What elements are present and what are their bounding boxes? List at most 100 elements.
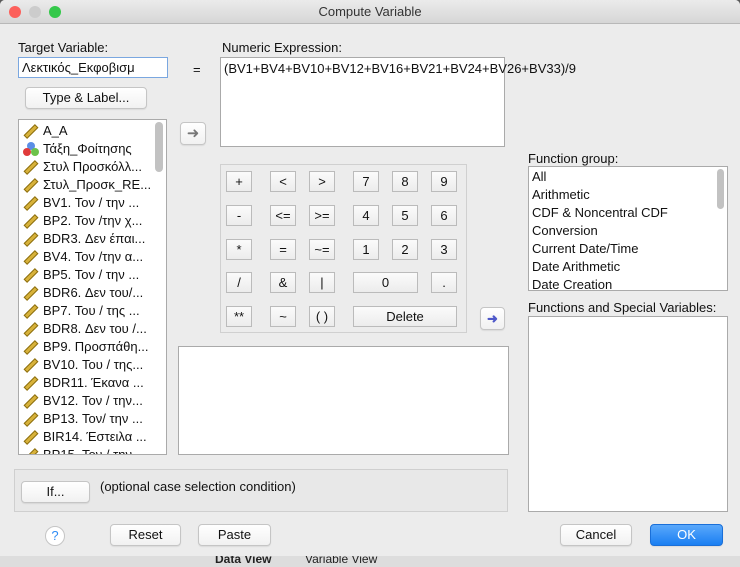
- variable-item[interactable]: Στυλ_Προσκ_RE...: [19, 176, 166, 194]
- numeric-expression-label: Numeric Expression:: [222, 40, 342, 55]
- target-variable-input[interactable]: Λεκτικός_Εκφοβισμ: [18, 57, 168, 78]
- keypad-button[interactable]: **: [226, 306, 252, 327]
- function-group-item[interactable]: Conversion: [529, 222, 727, 240]
- keypad-button[interactable]: &: [270, 272, 296, 293]
- keypad-button[interactable]: 3: [431, 239, 457, 260]
- variable-name: BV12. Τον / την...: [43, 393, 143, 408]
- scale-ruler-icon: [23, 159, 39, 175]
- keypad-button[interactable]: 1: [353, 239, 379, 260]
- variable-item[interactable]: BP9. Προσπάθη...: [19, 338, 166, 356]
- variable-name: BDR8. Δεν του /...: [43, 321, 147, 336]
- keypad-button[interactable]: 9: [431, 171, 457, 192]
- keypad-button[interactable]: .: [431, 272, 457, 293]
- keypad-button[interactable]: Delete: [353, 306, 457, 327]
- function-group-scrollbar[interactable]: [717, 169, 724, 209]
- variable-item[interactable]: Στυλ Προσκόλλ...: [19, 158, 166, 176]
- function-group-item[interactable]: All: [529, 168, 727, 186]
- variable-item[interactable]: BP2. Τον /την χ...: [19, 212, 166, 230]
- variable-item[interactable]: BDR8. Δεν του /...: [19, 320, 166, 338]
- variable-item[interactable]: BV4. Τον /την α...: [19, 248, 166, 266]
- variable-item[interactable]: BP15. Τον / την...: [19, 446, 166, 455]
- title-bar: Compute Variable: [0, 0, 740, 24]
- variable-name: BP5. Τον / την ...: [43, 267, 140, 282]
- function-group-item[interactable]: Date Creation: [529, 276, 727, 290]
- keypad-button[interactable]: ~=: [309, 239, 335, 260]
- scale-ruler-icon: [23, 285, 39, 301]
- type-label-button[interactable]: Type & Label...: [25, 87, 147, 109]
- variable-item[interactable]: BDR3. Δεν έπαι...: [19, 230, 166, 248]
- move-variable-arrow-button[interactable]: ➜: [180, 122, 206, 145]
- scale-ruler-icon: [23, 357, 39, 373]
- keypad-button[interactable]: /: [226, 272, 252, 293]
- keypad-button[interactable]: -: [226, 205, 252, 226]
- keypad-button[interactable]: =: [270, 239, 296, 260]
- keypad-button[interactable]: *: [226, 239, 252, 260]
- keypad-button[interactable]: 2: [392, 239, 418, 260]
- scale-ruler-icon: [23, 447, 39, 454]
- if-button[interactable]: If...: [21, 481, 90, 503]
- compute-variable-dialog: Compute Variable Target Variable: Λεκτικ…: [0, 0, 740, 556]
- variable-name: BDR6. Δεν του/...: [43, 285, 144, 300]
- variable-list[interactable]: A_A Τάξη_Φοίτησης Στυλ Προσκόλλ... Στυλ_Προ…: [18, 119, 167, 455]
- variable-name: BP15. Τον / την...: [43, 447, 143, 455]
- variable-item[interactable]: BV10. Του / της...: [19, 356, 166, 374]
- keypad-button[interactable]: 4: [353, 205, 379, 226]
- variable-item[interactable]: BDR6. Δεν του/...: [19, 284, 166, 302]
- function-group-item[interactable]: Current Date/Time: [529, 240, 727, 258]
- move-function-up-button[interactable]: ➜: [480, 307, 505, 330]
- variable-item[interactable]: BIR14. Έστειλα ...: [19, 428, 166, 446]
- paste-button[interactable]: Paste: [198, 524, 271, 546]
- nominal-balls-icon: [23, 142, 39, 156]
- reset-button[interactable]: Reset: [110, 524, 181, 546]
- maximize-icon[interactable]: [49, 6, 61, 18]
- variable-item[interactable]: BP13. Τον/ την ...: [19, 410, 166, 428]
- scale-ruler-icon: [23, 375, 39, 391]
- keypad-button[interactable]: <: [270, 171, 296, 192]
- functions-list[interactable]: [528, 316, 728, 512]
- keypad-button[interactable]: <=: [270, 205, 296, 226]
- keypad-button[interactable]: >=: [309, 205, 335, 226]
- function-group-label: Function group:: [528, 151, 619, 166]
- variable-item[interactable]: Τάξη_Φοίτησης: [19, 140, 166, 158]
- variable-item[interactable]: A_A: [19, 122, 166, 140]
- variable-list-scrollbar[interactable]: [155, 122, 163, 172]
- if-panel: If... (optional case selection condition…: [14, 469, 508, 512]
- scale-ruler-icon: [23, 249, 39, 265]
- function-group-list[interactable]: All Arithmetic CDF & Noncentral CDF Convers…: [528, 166, 728, 291]
- scale-ruler-icon: [23, 123, 39, 139]
- variable-item[interactable]: BP5. Τον / την ...: [19, 266, 166, 284]
- keypad-button[interactable]: 7: [353, 171, 379, 192]
- window-title: Compute Variable: [318, 4, 422, 19]
- keypad-button[interactable]: 5: [392, 205, 418, 226]
- keypad-button[interactable]: 6: [431, 205, 457, 226]
- minimize-icon[interactable]: [29, 6, 41, 18]
- variable-item[interactable]: BDR11. Έκανα ...: [19, 374, 166, 392]
- help-button[interactable]: ?: [45, 526, 65, 546]
- scale-ruler-icon: [23, 411, 39, 427]
- close-icon[interactable]: [9, 6, 21, 18]
- cancel-button[interactable]: Cancel: [560, 524, 632, 546]
- keypad-button[interactable]: >: [309, 171, 335, 192]
- variable-item[interactable]: BV1. Τον / την ...: [19, 194, 166, 212]
- scale-ruler-icon: [23, 393, 39, 409]
- variable-item[interactable]: BV12. Τον / την...: [19, 392, 166, 410]
- scale-ruler-icon: [23, 231, 39, 247]
- equals-sign: =: [193, 62, 201, 77]
- numeric-expression-input[interactable]: (BV1+BV4+BV10+BV12+BV16+BV21+BV24+BV26+B…: [220, 57, 576, 147]
- keypad-button[interactable]: ( ): [309, 306, 335, 327]
- keypad-button[interactable]: ~: [270, 306, 296, 327]
- function-group-item[interactable]: Date Arithmetic: [529, 258, 727, 276]
- variable-item[interactable]: BP7. Του / της ...: [19, 302, 166, 320]
- keypad-button[interactable]: +: [226, 171, 252, 192]
- keypad-button[interactable]: |: [309, 272, 335, 293]
- scale-ruler-icon: [23, 303, 39, 319]
- variable-name: BP2. Τον /την χ...: [43, 213, 143, 228]
- variable-name: BV10. Του / της...: [43, 357, 144, 372]
- function-group-item[interactable]: CDF & Noncentral CDF: [529, 204, 727, 222]
- function-description-box: [178, 346, 509, 455]
- function-group-item[interactable]: Arithmetic: [529, 186, 727, 204]
- ok-button[interactable]: OK: [650, 524, 723, 546]
- variable-name: BV1. Τον / την ...: [43, 195, 140, 210]
- keypad-button[interactable]: 8: [392, 171, 418, 192]
- keypad-button[interactable]: 0: [353, 272, 418, 293]
